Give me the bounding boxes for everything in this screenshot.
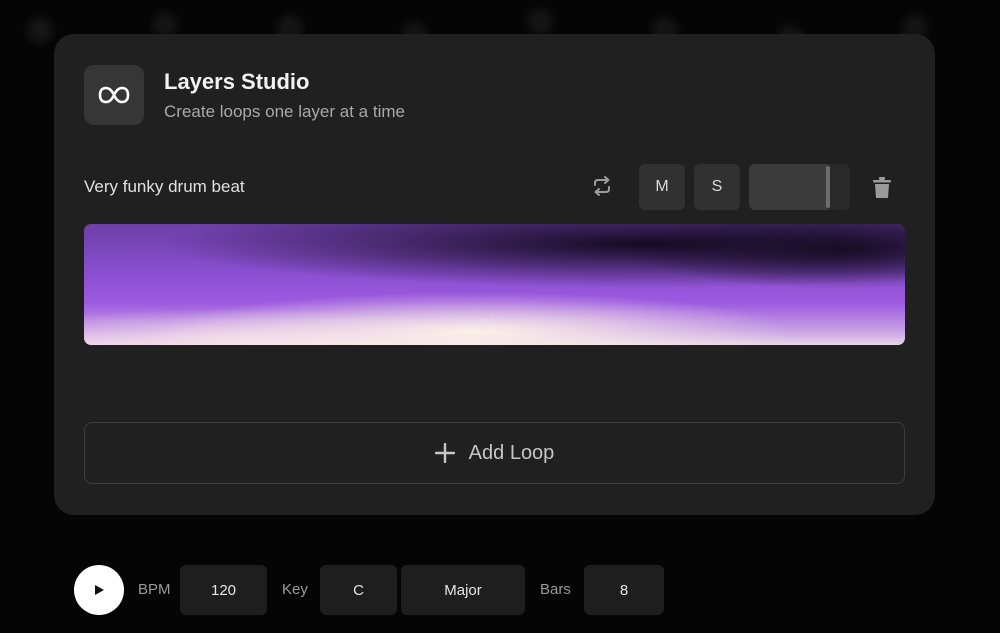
layer-name[interactable]: Very funky drum beat [84, 177, 245, 197]
volume-handle[interactable] [826, 166, 830, 208]
add-loop-button[interactable]: Add Loop [84, 422, 905, 484]
loop-toggle-button[interactable] [584, 171, 620, 201]
infinity-icon [98, 86, 130, 104]
loop-repeat-icon [594, 176, 610, 196]
studio-panel: Layers Studio Create loops one layer at … [54, 34, 935, 515]
app-logo [84, 65, 144, 125]
transport-bar: BPM 120 Key C Major Bars 8 [0, 560, 1000, 620]
bars-label: Bars [540, 581, 571, 598]
bpm-label: BPM [138, 581, 171, 598]
bpm-field[interactable]: 120 [180, 565, 267, 615]
play-icon [95, 585, 104, 595]
key-label: Key [282, 581, 308, 598]
app-subtitle: Create loops one layer at a time [164, 102, 405, 121]
volume-fill [749, 164, 828, 210]
volume-slider[interactable] [749, 164, 850, 210]
trash-icon [873, 177, 891, 198]
play-button[interactable] [74, 565, 124, 615]
add-loop-label: Add Loop [468, 441, 555, 464]
waveform-clip[interactable]: ··· [84, 224, 905, 345]
app-title: Layers Studio [164, 69, 310, 94]
bars-field[interactable]: 8 [584, 565, 664, 615]
clip-options-dots[interactable]: ··· [480, 312, 495, 326]
plus-icon [434, 443, 455, 463]
mute-button[interactable]: M [639, 164, 685, 210]
solo-button[interactable]: S [694, 164, 740, 210]
delete-layer-button[interactable] [868, 174, 896, 202]
key-select[interactable]: C [320, 565, 397, 615]
scale-select[interactable]: Major [401, 565, 525, 615]
